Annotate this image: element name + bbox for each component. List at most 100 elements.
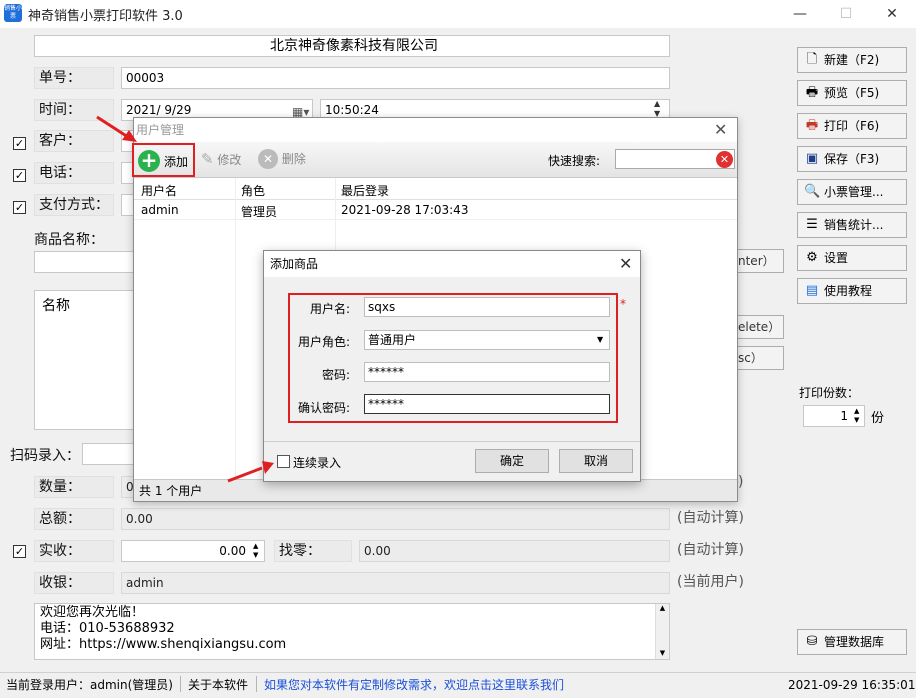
add-product-dialog: 添加商品 ✕ * 用户名: sqxs 用户角色: 普通用户 ▼ 密码: ****… — [263, 250, 641, 482]
paid-input[interactable]: 0.00 ▲ ▼ — [121, 540, 265, 562]
delete-user-button[interactable]: ✕ 删除 — [258, 149, 306, 169]
copies-unit: 份 — [871, 411, 885, 426]
about-link[interactable]: 关于本软件 — [188, 673, 248, 697]
change-field: 0.00 — [359, 540, 670, 562]
scan-input[interactable] — [82, 443, 134, 465]
row-last-login: 2021-09-28 17:03:43 — [341, 203, 469, 217]
title-bar: 销售小票 神奇销售小票打印软件 3.0 — ☐ ✕ — [0, 0, 916, 28]
ok-button[interactable]: 确定 — [475, 449, 549, 473]
paid-value: 0.00 — [219, 544, 246, 558]
row-username: admin — [141, 203, 179, 217]
new-document-icon: 🗋 — [806, 52, 818, 67]
maximize-button[interactable]: ☐ — [836, 4, 856, 24]
sales-stats-button[interactable]: ☰ 销售统计... — [797, 212, 907, 238]
time-value: 10:50:24 — [325, 103, 379, 117]
current-user-status: 当前登录用户：admin(管理员) — [6, 678, 173, 692]
paid-checkbox[interactable]: ✓ — [13, 545, 26, 558]
database-management-button[interactable]: ⛁ 管理数据库 — [797, 629, 907, 655]
footer-line-1: 欢迎您再次光临！ — [40, 605, 145, 620]
ticket-management-button[interactable]: 🔍 小票管理... — [797, 179, 907, 205]
col-username-header[interactable]: 用户名 — [141, 182, 177, 199]
print-button[interactable]: 🖶 打印（F6) — [797, 113, 907, 139]
settings-label: 设置 — [824, 251, 849, 265]
print-button-label: 打印（F6) — [824, 119, 880, 133]
footer-line-2: 电话：010-53688932 — [40, 621, 175, 636]
user-dialog-close-icon[interactable]: ✕ — [714, 120, 727, 139]
qty-label: 数量： — [34, 476, 114, 498]
add-user-label: 添加 — [164, 155, 189, 169]
new-button[interactable]: 🗋 新建（F2) — [797, 47, 907, 73]
add-user-button[interactable]: + 添加 — [132, 143, 195, 177]
book-icon: ▤ — [805, 283, 819, 298]
order-no-label: 单号： — [34, 67, 114, 89]
company-name-field[interactable]: 北京神奇像素科技有限公司 — [34, 35, 670, 57]
product-name-input[interactable] — [34, 251, 134, 273]
product-name-label: 商品名称： — [34, 232, 104, 248]
plus-icon: + — [138, 150, 160, 172]
settings-button[interactable]: ⚙ 设置 — [797, 245, 907, 271]
user-grid-header — [134, 178, 737, 200]
preview-button[interactable]: 🖶 预览（F5) — [797, 80, 907, 106]
dialog-divider — [264, 441, 640, 442]
time-label: 时间： — [34, 99, 114, 121]
copies-spinner-icon[interactable]: ▲ ▼ — [854, 407, 859, 425]
confirm-password-input[interactable]: ****** — [364, 394, 610, 414]
pencil-icon: ✎ — [201, 150, 214, 168]
delete-x-icon: ✕ — [258, 149, 278, 169]
app-icon: 销售小票 — [4, 4, 23, 22]
user-toolbar: + 添加 ✎ 修改 ✕ 删除 快速搜索: ✕ — [132, 142, 737, 178]
minimize-button[interactable]: — — [790, 4, 810, 24]
enter-button[interactable]: nter） — [738, 249, 784, 273]
esc-button[interactable]: sc） — [738, 346, 784, 370]
add-dialog-close-icon[interactable]: ✕ — [619, 254, 632, 273]
list-icon: ☰ — [806, 217, 818, 232]
chevron-down-icon: ▼ — [597, 335, 604, 344]
total-label: 总额： — [34, 508, 114, 530]
cancel-button[interactable]: 取消 — [559, 449, 633, 473]
required-mark: * — [620, 297, 626, 311]
clear-search-icon[interactable]: ✕ — [716, 151, 733, 168]
confirm-password-label: 确认密码: — [297, 401, 350, 415]
preview-button-label: 预览（F5) — [824, 86, 880, 100]
database-icon: ⛁ — [806, 634, 818, 649]
name-column-header: 名称 — [42, 298, 70, 314]
close-button[interactable]: ✕ — [882, 4, 902, 24]
status-separator — [256, 676, 257, 692]
footer-text-area[interactable]: 欢迎您再次光临！ 电话：010-53688932 网址：https://www.… — [34, 603, 670, 660]
phone-checkbox[interactable]: ✓ — [13, 169, 26, 182]
save-button-label: 保存（F3) — [824, 152, 880, 166]
tutorial-button[interactable]: ▤ 使用教程 — [797, 278, 907, 304]
continuous-entry-checkbox[interactable] — [277, 455, 290, 468]
payment-checkbox[interactable]: ✓ — [13, 201, 26, 214]
user-dialog-title: 用户管理 — [134, 118, 737, 142]
username-input[interactable]: sqxs — [364, 297, 610, 317]
paid-label: 实收： — [34, 540, 114, 562]
delete-product-button[interactable]: elete） — [738, 315, 784, 339]
continuous-entry-label: 连续录入 — [293, 456, 342, 470]
cashier-field: admin — [121, 572, 670, 594]
date-value: 2021/ 9/29 — [126, 103, 192, 117]
customer-checkbox[interactable]: ✓ — [13, 137, 26, 150]
product-list[interactable]: 名称 — [34, 290, 134, 430]
paid-spinner-icon[interactable]: ▲ ▼ — [253, 542, 258, 560]
col-last-login-header[interactable]: 最后登录 — [341, 182, 389, 199]
sales-stats-label: 销售统计... — [824, 218, 884, 232]
quick-search-input[interactable]: ✕ — [615, 149, 735, 169]
edit-user-button[interactable]: ✎ 修改 — [201, 150, 241, 168]
time-spinner-icon[interactable]: ▲ ▼ — [654, 99, 660, 119]
password-input[interactable]: ****** — [364, 362, 610, 382]
order-no-field[interactable]: 00003 — [121, 67, 670, 89]
qty-hint: ) — [738, 474, 744, 490]
cashier-label: 收银： — [34, 572, 114, 594]
edit-user-label: 修改 — [217, 153, 242, 167]
custom-request-link[interactable]: 如果您对本软件有定制修改需求，欢迎点击这里联系我们 — [264, 673, 564, 697]
col-role-header[interactable]: 角色 — [241, 182, 265, 199]
role-select[interactable]: 普通用户 ▼ — [364, 330, 610, 350]
footer-scrollbar[interactable]: ▲ ▼ — [655, 604, 669, 659]
save-button[interactable]: ▣ 保存（F3) — [797, 146, 907, 172]
preview-printer-icon: 🖶 — [805, 85, 819, 100]
table-row[interactable]: admin 管理员 2021-09-28 17:03:43 — [134, 200, 737, 220]
print-copies-input[interactable]: 1 ▲ ▼ — [803, 405, 865, 427]
status-bar: 当前登录用户：admin(管理员) 关于本软件 如果您对本软件有定制修改需求，欢… — [0, 672, 916, 698]
customer-label: 客户： — [34, 130, 114, 152]
